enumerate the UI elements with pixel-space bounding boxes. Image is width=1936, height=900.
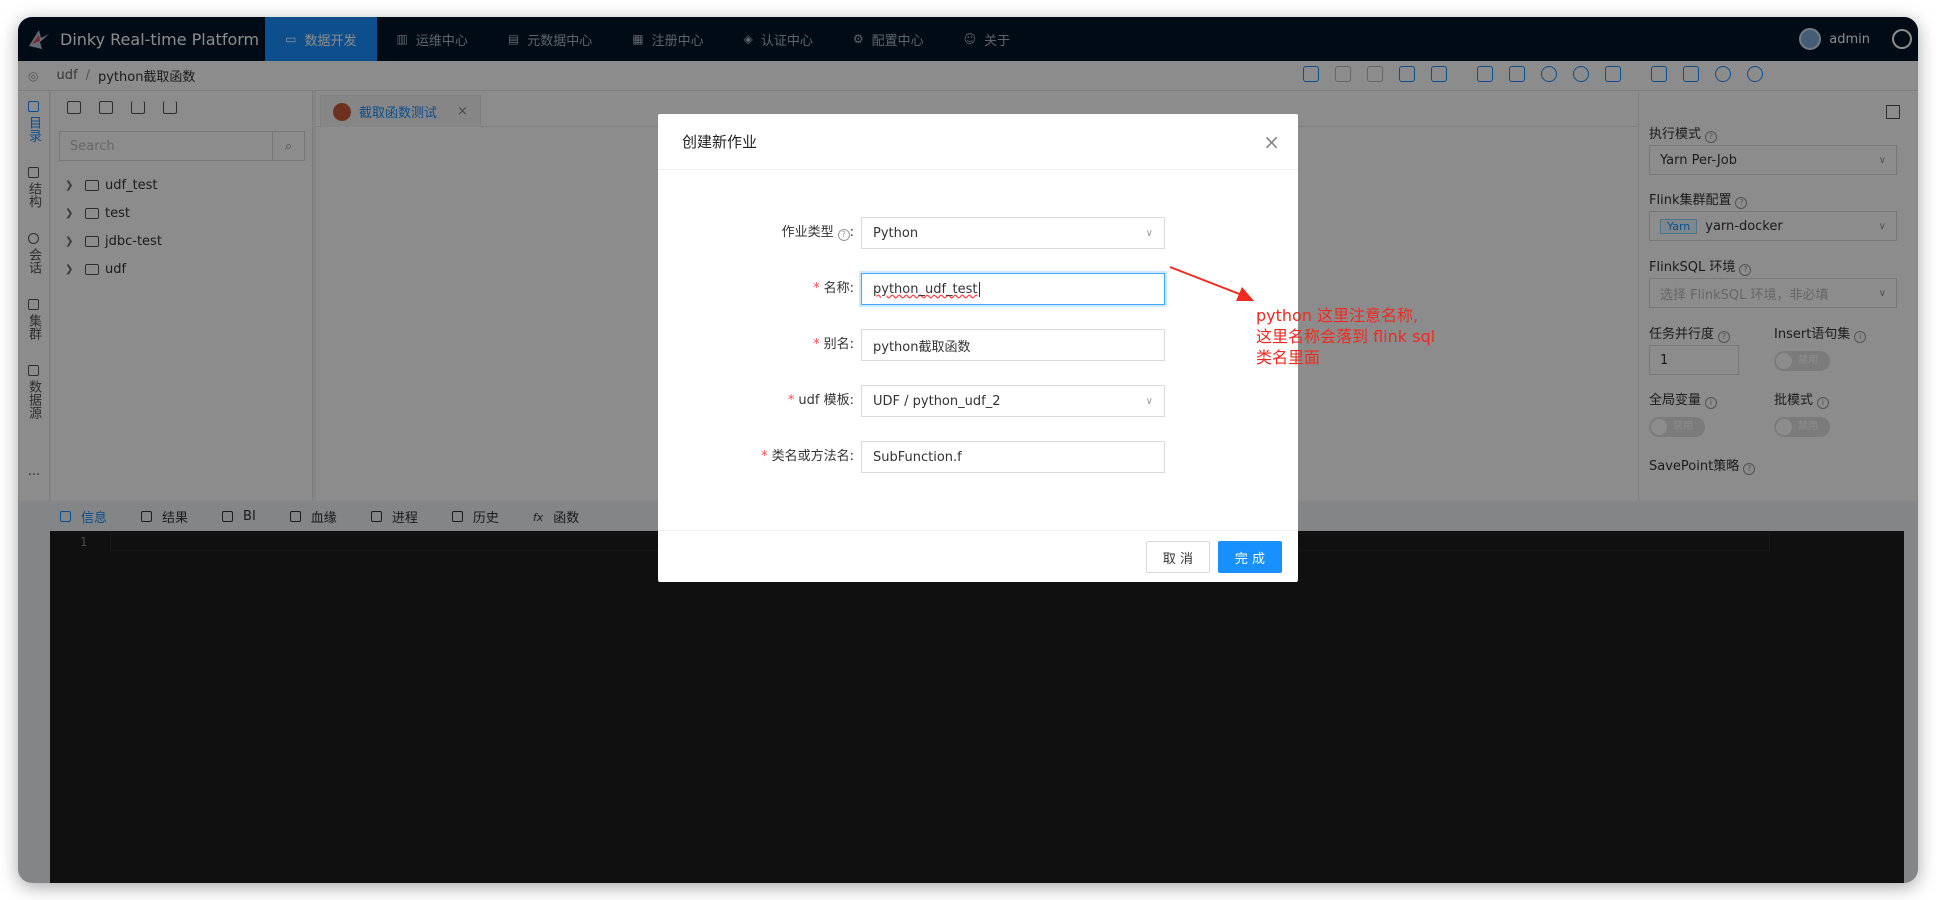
required-mark: *	[813, 281, 820, 296]
label-text: 别名	[823, 337, 850, 352]
form-row-udf-template: * udf 模板: UDF / python_udf_2 ∨	[658, 385, 1298, 417]
form-row-job-type: 作业类型?: Python ∨	[658, 217, 1298, 249]
name-input[interactable]: python_udf_test	[861, 273, 1165, 305]
annotation-line: 这里名称会落到 flink sql	[1256, 327, 1436, 346]
job-type-select[interactable]: Python ∨	[861, 217, 1165, 249]
label-text: udf 模板	[798, 393, 850, 408]
text-caret	[978, 281, 980, 297]
dialog-footer: 取 消 完 成	[658, 530, 1298, 582]
close-icon[interactable]: ×	[1263, 130, 1280, 154]
annotation-note: python 这里注意名称, 这里名称会落到 flink sql 类名里面	[1256, 305, 1456, 368]
label-colon: :	[849, 393, 854, 408]
help-icon[interactable]: ?	[837, 229, 850, 241]
create-job-dialog: 创建新作业 × 作业类型?: Python ∨ * 名称: python_udf_t…	[658, 114, 1298, 582]
field-label: * 名称:	[813, 273, 854, 305]
class-name-input[interactable]: SubFunction.f	[861, 441, 1165, 473]
app-window: Dinky Real-time Platform ▭ 数据开发 ▥ 运维中心 ▤ 元数…	[18, 17, 1918, 883]
chevron-down-icon: ∨	[1145, 227, 1153, 239]
form-row-alias: * 别名: python截取函数	[658, 329, 1298, 361]
required-mark: *	[761, 449, 768, 464]
field-label: * 别名:	[813, 329, 854, 361]
annotation-line: 类名里面	[1256, 348, 1321, 367]
label-colon: :	[849, 281, 854, 296]
field-label: * 类名或方法名:	[761, 441, 854, 473]
annotation-line: python 这里注意名称,	[1256, 306, 1419, 325]
input-value: python_udf_test	[873, 281, 978, 297]
chevron-down-icon: ∨	[1145, 395, 1153, 407]
required-mark: *	[813, 337, 820, 352]
label-text: 作业类型	[781, 225, 834, 240]
label-colon: :	[849, 337, 854, 352]
form-row-class-name: * 类名或方法名: SubFunction.f	[658, 441, 1298, 473]
alias-input[interactable]: python截取函数	[861, 329, 1165, 361]
label-colon: :	[849, 449, 854, 464]
select-value: Python	[873, 225, 919, 241]
field-label: * udf 模板:	[788, 385, 854, 417]
finish-button[interactable]: 完 成	[1218, 541, 1282, 573]
label-colon: :	[849, 225, 854, 240]
field-label: 作业类型?:	[782, 217, 854, 249]
label-text: 类名或方法名	[771, 449, 850, 464]
required-mark: *	[787, 393, 795, 408]
annotation-arrow-icon	[1169, 266, 1254, 301]
dialog-title: 创建新作业	[658, 114, 1298, 170]
label-text: 名称	[823, 281, 850, 296]
select-value: UDF / python_udf_2	[873, 393, 1001, 409]
udf-template-select[interactable]: UDF / python_udf_2 ∨	[861, 385, 1165, 417]
cancel-button[interactable]: 取 消	[1146, 541, 1210, 573]
